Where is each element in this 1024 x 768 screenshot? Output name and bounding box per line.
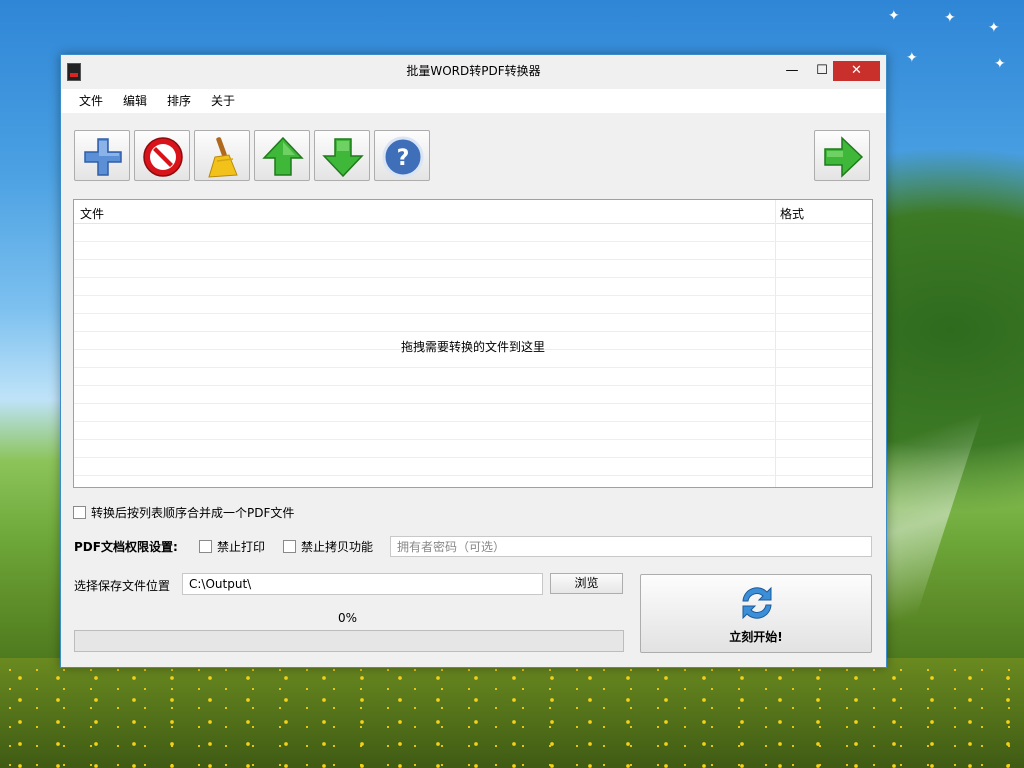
remove-icon	[143, 137, 183, 177]
progress-text: 0%	[338, 611, 358, 625]
wallpaper-bird: ✦	[988, 20, 1000, 36]
menu-about[interactable]: 关于	[205, 89, 241, 113]
minimize-button[interactable]: —	[779, 61, 805, 81]
permissions-heading: PDF文档权限设置:	[74, 540, 178, 554]
wallpaper-bird: ✦	[994, 56, 1006, 72]
drop-hint: 拖拽需要转换的文件到这里	[400, 340, 545, 354]
row-separator	[74, 313, 872, 314]
merge-label[interactable]: 转换后按列表顺序合并成一个PDF文件	[91, 504, 294, 521]
row-separator	[74, 385, 872, 386]
move-up-button[interactable]	[254, 130, 310, 181]
close-button[interactable]: ✕	[833, 61, 880, 81]
maximize-button[interactable]: ☐	[809, 61, 835, 81]
window-title: 批量WORD转PDF转换器	[406, 64, 541, 78]
wallpaper-bird: ✦	[906, 50, 918, 66]
refresh-icon	[742, 586, 772, 620]
add-icon	[84, 138, 122, 176]
title-bar[interactable]: 批量WORD转PDF转换器 — ☐ ✕	[61, 55, 886, 89]
app-icon	[67, 63, 81, 81]
row-separator	[74, 277, 872, 278]
move-up-icon	[262, 136, 304, 176]
menu-file[interactable]: 文件	[73, 89, 109, 113]
progress-bar	[74, 630, 624, 652]
menu-sort[interactable]: 排序	[161, 89, 197, 113]
menu-edit[interactable]: 编辑	[117, 89, 153, 113]
menu-bar: 文件 编辑 排序 关于	[61, 89, 886, 113]
svg-text:?: ?	[397, 146, 410, 171]
owner-password-input[interactable]	[390, 536, 872, 557]
row-separator	[74, 457, 872, 458]
next-step-button[interactable]	[814, 130, 870, 181]
row-separator	[74, 475, 872, 476]
save-location-label: 选择保存文件位置	[74, 579, 171, 593]
move-down-icon	[322, 138, 364, 178]
app-window: 批量WORD转PDF转换器 — ☐ ✕ 文件 编辑 排序 关于 ? 文件 格式 …	[60, 54, 887, 668]
move-down-button[interactable]	[314, 130, 370, 181]
disable-copy-checkbox[interactable]	[283, 540, 296, 553]
file-list-header: 文件 格式	[74, 200, 872, 224]
next-arrow-icon	[824, 136, 864, 178]
wallpaper-bird: ✦	[944, 10, 956, 26]
start-conversion-button[interactable]: 立刻开始!	[640, 574, 872, 653]
clear-list-button[interactable]	[194, 130, 250, 181]
help-button[interactable]: ?	[374, 130, 430, 181]
wallpaper-flowers	[0, 658, 1024, 768]
column-format-header[interactable]: 格式	[780, 205, 804, 222]
help-icon: ?	[382, 136, 424, 178]
merge-checkbox[interactable]	[73, 506, 86, 519]
row-separator	[74, 367, 872, 368]
clear-broom-icon	[208, 137, 238, 178]
start-button-label: 立刻开始!	[729, 630, 783, 644]
output-path-input[interactable]	[182, 573, 543, 595]
row-separator	[74, 439, 872, 440]
disable-print-label[interactable]: 禁止打印	[217, 538, 265, 555]
column-file-header[interactable]: 文件	[80, 205, 104, 222]
row-separator	[74, 259, 872, 260]
remove-file-button[interactable]	[134, 130, 190, 181]
add-files-button[interactable]	[74, 130, 130, 181]
file-list[interactable]: 文件 格式 拖拽需要转换的文件到这里	[73, 199, 873, 488]
row-separator	[74, 403, 872, 404]
wallpaper-bird: ✦	[888, 8, 900, 24]
row-separator	[74, 421, 872, 422]
row-separator	[74, 241, 872, 242]
disable-print-checkbox[interactable]	[199, 540, 212, 553]
row-separator	[74, 295, 872, 296]
browse-button[interactable]: 浏览	[550, 573, 623, 594]
disable-copy-label[interactable]: 禁止拷贝功能	[301, 538, 373, 555]
row-separator	[74, 331, 872, 332]
